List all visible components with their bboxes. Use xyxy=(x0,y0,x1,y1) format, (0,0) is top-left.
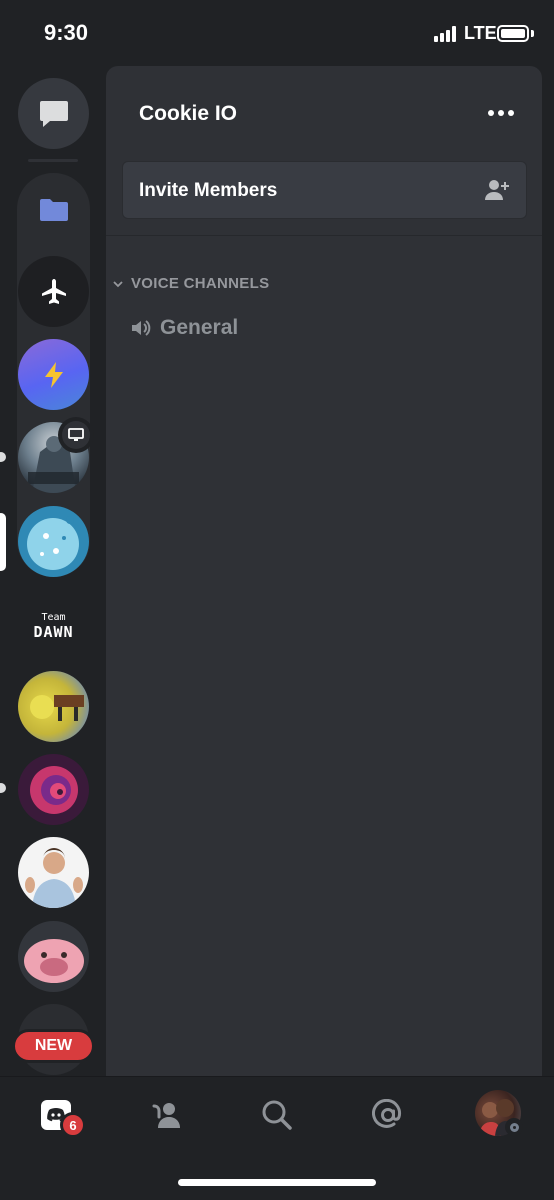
channel-panel: Cookie IO Invite Members VOICE CHANNELS … xyxy=(106,66,542,1076)
monitor-icon xyxy=(68,428,84,441)
server-lightning[interactable] xyxy=(18,339,89,410)
search-icon xyxy=(262,1100,292,1130)
server-plane[interactable] xyxy=(18,256,89,327)
guild-title[interactable]: Cookie IO xyxy=(139,102,237,126)
mentions-icon xyxy=(372,1099,401,1128)
guild-menu-button[interactable] xyxy=(481,98,521,128)
nav-search[interactable] xyxy=(255,1093,299,1137)
channel-name: General xyxy=(160,316,239,339)
cookie-icon xyxy=(27,516,81,570)
invite-label: Invite Members xyxy=(139,180,278,201)
dot xyxy=(498,110,504,116)
server-blobfish[interactable] xyxy=(18,921,89,992)
add-person-icon xyxy=(485,180,509,200)
direct-messages-button[interactable] xyxy=(18,78,89,149)
nav-mentions[interactable] xyxy=(366,1093,410,1137)
team-label-large: DAWN xyxy=(33,623,74,641)
battery-tip xyxy=(531,30,534,37)
unread-indicator xyxy=(0,452,6,462)
presence-status-icon xyxy=(505,1118,523,1136)
chevron-down-icon xyxy=(113,280,123,287)
signal-icon xyxy=(434,26,460,42)
category-label: VOICE CHANNELS xyxy=(131,275,270,292)
selected-server-indicator xyxy=(0,513,6,571)
folder-button[interactable] xyxy=(18,174,89,245)
lightning-icon xyxy=(44,361,63,388)
chat-bubble-icon xyxy=(39,100,68,127)
notification-badge: 6 xyxy=(60,1112,86,1138)
swirl-icon xyxy=(30,766,78,814)
status-time: 9:30 xyxy=(44,20,89,45)
person-photo-icon xyxy=(25,848,83,908)
server-meme[interactable] xyxy=(18,671,89,742)
folder-icon xyxy=(39,198,68,221)
invite-members-button[interactable]: Invite Members xyxy=(122,161,527,219)
server-rail: Team DAWN NEW xyxy=(0,66,106,1076)
dot xyxy=(508,110,514,116)
new-servers-badge[interactable]: NEW xyxy=(12,1029,95,1063)
server-team-dawn[interactable]: Team DAWN xyxy=(18,591,89,662)
rail-divider xyxy=(28,159,78,162)
category-voice-channels[interactable]: VOICE CHANNELS xyxy=(113,275,269,292)
blobfish-icon xyxy=(24,939,84,983)
dot xyxy=(488,110,494,116)
server-swirl[interactable] xyxy=(18,754,89,825)
panel-divider xyxy=(106,235,542,236)
home-indicator[interactable] xyxy=(178,1179,376,1186)
server-cookie-io[interactable] xyxy=(18,506,89,577)
friends-icon xyxy=(152,1103,180,1128)
status-bar: 9:30 LTE xyxy=(0,0,554,66)
airplane-icon xyxy=(41,278,66,304)
meme-art-icon xyxy=(30,695,84,721)
server-person[interactable] xyxy=(18,837,89,908)
battery-icon xyxy=(497,25,529,42)
speaker-icon xyxy=(132,320,151,336)
unread-indicator xyxy=(0,783,6,793)
streaming-badge xyxy=(58,417,94,453)
voice-channel-general[interactable]: General xyxy=(130,316,238,340)
network-label: LTE xyxy=(464,23,497,43)
nav-friends[interactable] xyxy=(145,1093,189,1137)
